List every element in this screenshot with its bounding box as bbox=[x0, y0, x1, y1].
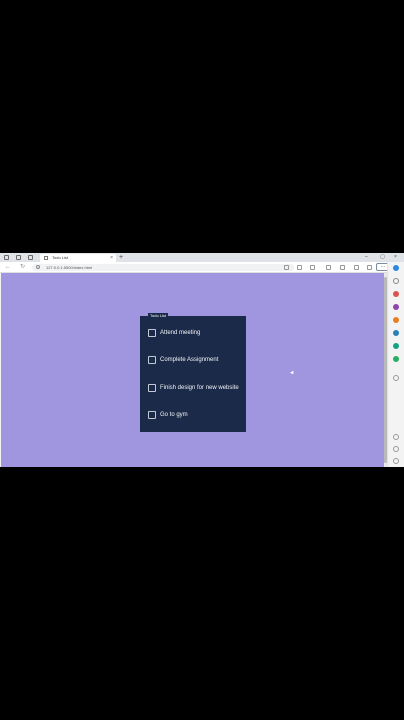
shopping-icon[interactable] bbox=[393, 291, 399, 297]
page-viewport: Todo List Attend meeting Complete Assign… bbox=[1, 273, 387, 467]
todo-item[interactable]: Finish design for new website bbox=[148, 383, 244, 393]
tab-todo-list[interactable]: Todo List × bbox=[40, 254, 116, 262]
tab-actions-icon[interactable] bbox=[28, 255, 33, 260]
todo-heading: Todo List bbox=[148, 313, 169, 319]
todo-checkbox[interactable] bbox=[148, 356, 156, 364]
site-info-icon[interactable] bbox=[36, 265, 40, 269]
collections-icon[interactable] bbox=[340, 265, 345, 270]
profile-icon[interactable] bbox=[4, 255, 9, 260]
extensions-icon[interactable] bbox=[354, 265, 359, 270]
todo-label: Attend meeting bbox=[160, 330, 201, 336]
todo-label: Complete Assignment bbox=[160, 357, 219, 363]
todo-label: Go to gym bbox=[160, 412, 188, 418]
split-screen-icon[interactable] bbox=[310, 265, 315, 270]
minimize-button[interactable]: – bbox=[365, 253, 368, 262]
browser-sidebar bbox=[387, 262, 404, 467]
todo-item[interactable]: Go to gym bbox=[148, 410, 244, 420]
outlook-icon[interactable] bbox=[393, 330, 399, 336]
maximize-button[interactable]: ▢ bbox=[380, 253, 385, 262]
browser-window: Todo List × + – ▢ × ← ↻ 127.0.0.1:5500/i… bbox=[0, 253, 404, 467]
favorites-icon[interactable] bbox=[326, 265, 331, 270]
games-icon[interactable] bbox=[393, 317, 399, 323]
todo-checkbox[interactable] bbox=[148, 411, 156, 419]
favorite-star-icon[interactable] bbox=[297, 265, 302, 270]
back-button[interactable]: ← bbox=[5, 262, 11, 273]
office-icon[interactable] bbox=[393, 356, 399, 362]
tab-close-icon[interactable]: × bbox=[110, 254, 113, 262]
mouse-cursor-icon bbox=[290, 370, 295, 376]
sidebar-layout-icon[interactable] bbox=[393, 434, 399, 440]
todo-item[interactable]: Complete Assignment bbox=[148, 355, 244, 365]
sidebar-settings-icon[interactable] bbox=[393, 458, 399, 464]
todo-item[interactable]: Attend meeting bbox=[148, 328, 244, 338]
todo-label: Finish design for new website bbox=[160, 385, 239, 391]
add-sidebar-app-icon[interactable] bbox=[393, 375, 399, 381]
copilot-icon[interactable] bbox=[393, 265, 399, 271]
close-window-button[interactable]: × bbox=[394, 253, 397, 262]
workspaces-icon[interactable] bbox=[16, 255, 21, 260]
tab-strip: Todo List × + – ▢ × bbox=[0, 253, 404, 262]
tab-title: Todo List bbox=[52, 255, 69, 260]
read-aloud-icon[interactable] bbox=[284, 265, 289, 270]
todo-checkbox[interactable] bbox=[148, 384, 156, 392]
profile-avatar-icon[interactable] bbox=[367, 265, 372, 270]
search-icon[interactable] bbox=[393, 278, 399, 284]
todo-card: Todo List Attend meeting Complete Assign… bbox=[140, 313, 246, 432]
drop-icon[interactable] bbox=[393, 343, 399, 349]
address-url[interactable]: 127.0.0.1:5500/index.html bbox=[46, 264, 92, 271]
tools-icon[interactable] bbox=[393, 304, 399, 310]
external-link-icon[interactable] bbox=[393, 446, 399, 452]
address-bar[interactable]: 127.0.0.1:5500/index.html bbox=[32, 264, 294, 271]
refresh-button[interactable]: ↻ bbox=[20, 262, 25, 273]
address-toolbar: ← ↻ 127.0.0.1:5500/index.html ··· bbox=[0, 262, 404, 273]
todo-checkbox[interactable] bbox=[148, 329, 156, 337]
page-favicon-icon bbox=[44, 256, 48, 260]
new-tab-button[interactable]: + bbox=[119, 253, 123, 262]
